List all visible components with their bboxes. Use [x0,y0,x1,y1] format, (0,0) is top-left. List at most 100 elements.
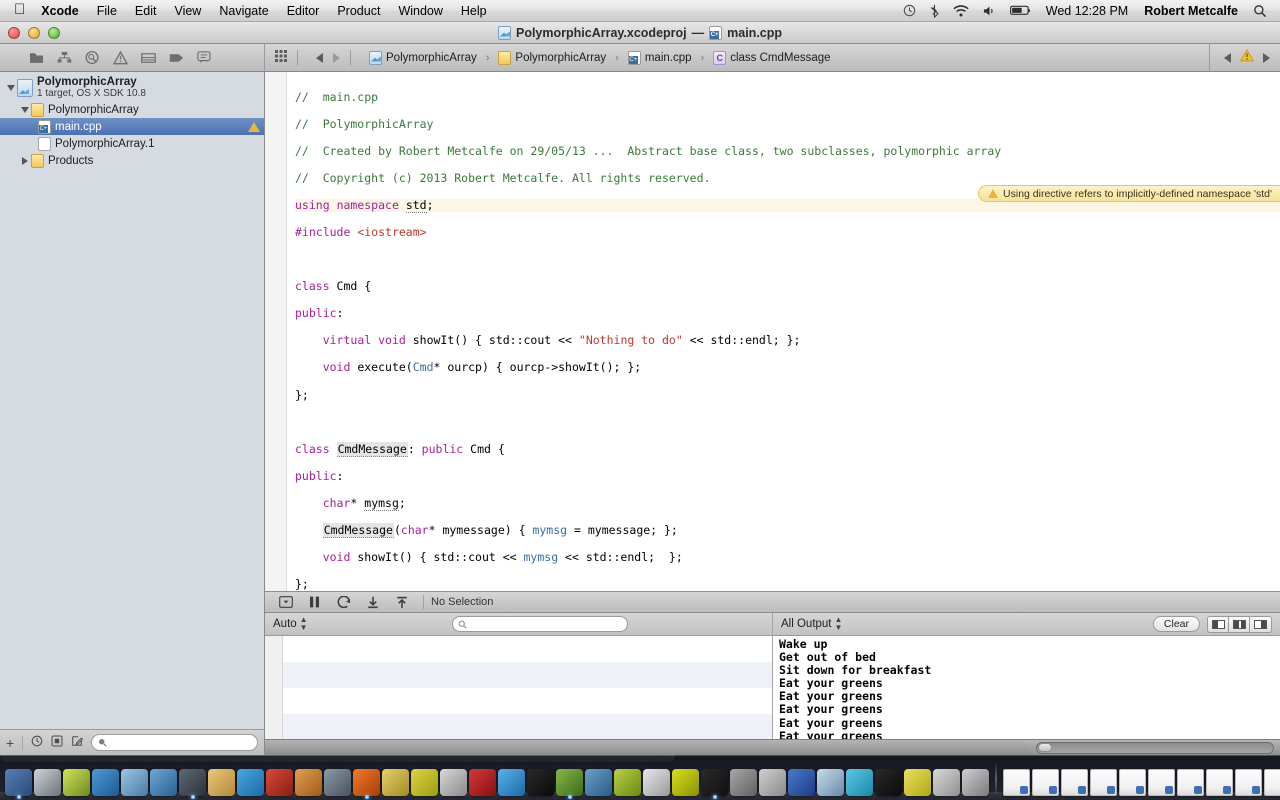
editor-gutter[interactable] [265,72,287,591]
menu-xcode[interactable]: Xcode [37,0,88,22]
continue-icon[interactable] [329,593,358,611]
dock-app-icon[interactable] [904,769,931,796]
scrollbar-thumb[interactable] [1038,743,1052,752]
navigator-item-main-cpp[interactable]: main.cpp [0,118,264,135]
dock-app-icon[interactable] [643,769,670,796]
show-variables-only-button[interactable] [1208,616,1229,632]
dock-minimized-window[interactable] [1032,769,1059,796]
menu-edit[interactable]: Edit [126,0,166,22]
breadcrumb-item-group[interactable]: PolymorphicArray [515,52,606,64]
edited-icon[interactable] [71,734,84,752]
scroll-track-right[interactable] [1030,740,1280,755]
recent-icon[interactable] [31,734,43,752]
dock-app-icon[interactable] [498,769,525,796]
volume-icon[interactable] [976,5,1003,17]
dock[interactable] [0,755,1280,800]
dock-app-icon[interactable] [266,769,293,796]
dock-app-icon[interactable] [63,769,90,796]
dock-app-icon[interactable] [788,769,815,796]
pause-icon[interactable] [300,593,329,611]
dock-app-icon[interactable] [353,769,380,799]
menu-help[interactable]: Help [452,0,496,22]
scrollbar-track[interactable] [1036,741,1274,754]
variables-search-field[interactable] [451,616,628,632]
add-icon[interactable]: + [6,735,14,751]
source-editor[interactable]: // main.cpp // PolymorphicArray // Creat… [265,72,1280,591]
dock-app-icon[interactable] [962,769,989,796]
tag-icon[interactable] [162,48,190,68]
dock-app-icon[interactable] [846,769,873,796]
dock-app-icon[interactable] [527,769,554,796]
dock-minimized-window[interactable] [1177,769,1204,796]
dock-app-icon[interactable] [208,769,235,796]
dock-app-icon[interactable] [34,769,61,796]
grid-icon[interactable] [275,49,287,67]
dock-app-icon[interactable] [585,769,612,796]
next-issue-button[interactable] [1263,52,1270,63]
menu-navigate[interactable]: Navigate [210,0,277,22]
forward-button[interactable] [333,52,340,63]
scroll-track-left[interactable] [265,740,1030,755]
dock-app-icon[interactable] [817,769,844,796]
dock-app-icon[interactable] [933,769,960,796]
dock-minimized-window[interactable] [1206,769,1233,796]
dock-app-icon[interactable] [469,769,496,796]
dock-app-icon[interactable] [875,769,902,796]
horizontal-scroll-bar[interactable] [265,739,1280,755]
step-over-icon[interactable] [358,593,387,611]
dock-app-icon[interactable] [672,769,699,796]
dock-app-icon[interactable] [556,769,583,799]
clear-console-button[interactable]: Clear [1152,616,1200,632]
search-icon[interactable] [78,48,106,68]
source-control-icon[interactable] [51,734,63,752]
dock-minimized-window[interactable] [1003,769,1030,796]
dock-minimized-window[interactable] [1264,769,1280,796]
dock-app-icon[interactable] [440,769,467,796]
console-output[interactable]: Wake up Get out of bed Sit down for breakf… [773,636,1280,739]
clock[interactable]: Wed 12:28 PM [1038,4,1136,18]
dock-app-icon[interactable] [121,769,148,796]
step-into-icon[interactable] [387,593,416,611]
bluetooth-icon[interactable] [923,4,946,18]
menu-window[interactable]: Window [389,0,451,22]
dock-minimized-window[interactable] [1148,769,1175,796]
warning-icon[interactable] [106,48,134,68]
spotlight-search-icon[interactable] [1246,4,1274,18]
breadcrumb-item-file[interactable]: main.cpp [645,52,692,64]
menu-view[interactable]: View [165,0,210,22]
dock-app-icon[interactable] [701,769,728,799]
dock-app-icon[interactable] [759,769,786,796]
menu-editor[interactable]: Editor [278,0,329,22]
comment-icon[interactable] [190,48,218,68]
dock-minimized-window[interactable] [1119,769,1146,796]
inline-warning-banner[interactable]: Using directive refers to implicitly-def… [978,185,1280,202]
variables-scope-selector[interactable]: Auto ▲ ▼ [273,616,308,632]
dock-app-icon[interactable] [237,769,264,796]
source-code[interactable]: // main.cpp // PolymorphicArray // Creat… [287,72,1280,591]
dock-app-icon[interactable] [5,769,32,799]
dock-minimized-window[interactable] [1090,769,1117,796]
show-both-button[interactable] [1229,616,1250,632]
wifi-icon[interactable] [946,4,976,17]
dock-app-icon[interactable] [614,769,641,796]
disclosure-triangle-icon[interactable] [18,156,31,165]
dock-app-icon[interactable] [179,769,206,799]
menu-file[interactable]: File [88,0,126,22]
navigator-item-group[interactable]: PolymorphicArray [0,101,264,118]
test-icon[interactable] [134,48,162,68]
dock-app-icon[interactable] [382,769,409,796]
breadcrumb-item-symbol[interactable]: class CmdMessage [730,52,830,64]
dock-app-icon[interactable] [150,769,177,796]
menu-product[interactable]: Product [328,0,389,22]
console-filter-selector[interactable]: All Output ▲ ▼ [781,616,842,632]
dock-minimized-window[interactable] [1061,769,1088,796]
dock-minimized-window[interactable] [1235,769,1262,796]
navigator-item-polymorphicarray1[interactable]: PolymorphicArray.1 [0,135,264,152]
variables-list[interactable] [265,636,772,739]
dock-app-icon[interactable] [411,769,438,796]
folder-icon[interactable] [22,48,50,68]
show-console-only-button[interactable] [1250,616,1271,632]
navigator-filter-field[interactable] [91,734,258,751]
hide-debug-area-button[interactable] [271,593,300,611]
dock-app-icon[interactable] [92,769,119,796]
